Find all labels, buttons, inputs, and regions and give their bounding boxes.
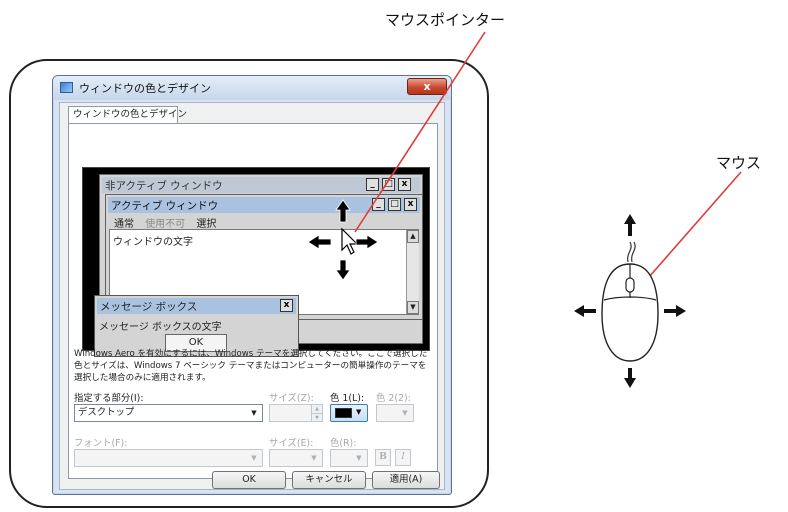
arrow-right-icon — [355, 234, 379, 250]
mouse-leader-line — [641, 171, 742, 286]
arrow-left-icon — [574, 305, 596, 317]
arrow-up-icon — [624, 214, 636, 236]
arrow-up-icon — [335, 199, 351, 223]
arrow-down-icon — [335, 259, 351, 281]
illustration-overlay — [307, 31, 742, 388]
pointer-leader-line — [354, 31, 486, 233]
cursor-arrow-icon — [341, 227, 359, 255]
arrow-down-icon — [624, 368, 636, 388]
mouse-icon — [601, 241, 659, 362]
arrow-right-icon — [664, 305, 686, 317]
arrow-left-icon — [307, 234, 332, 250]
